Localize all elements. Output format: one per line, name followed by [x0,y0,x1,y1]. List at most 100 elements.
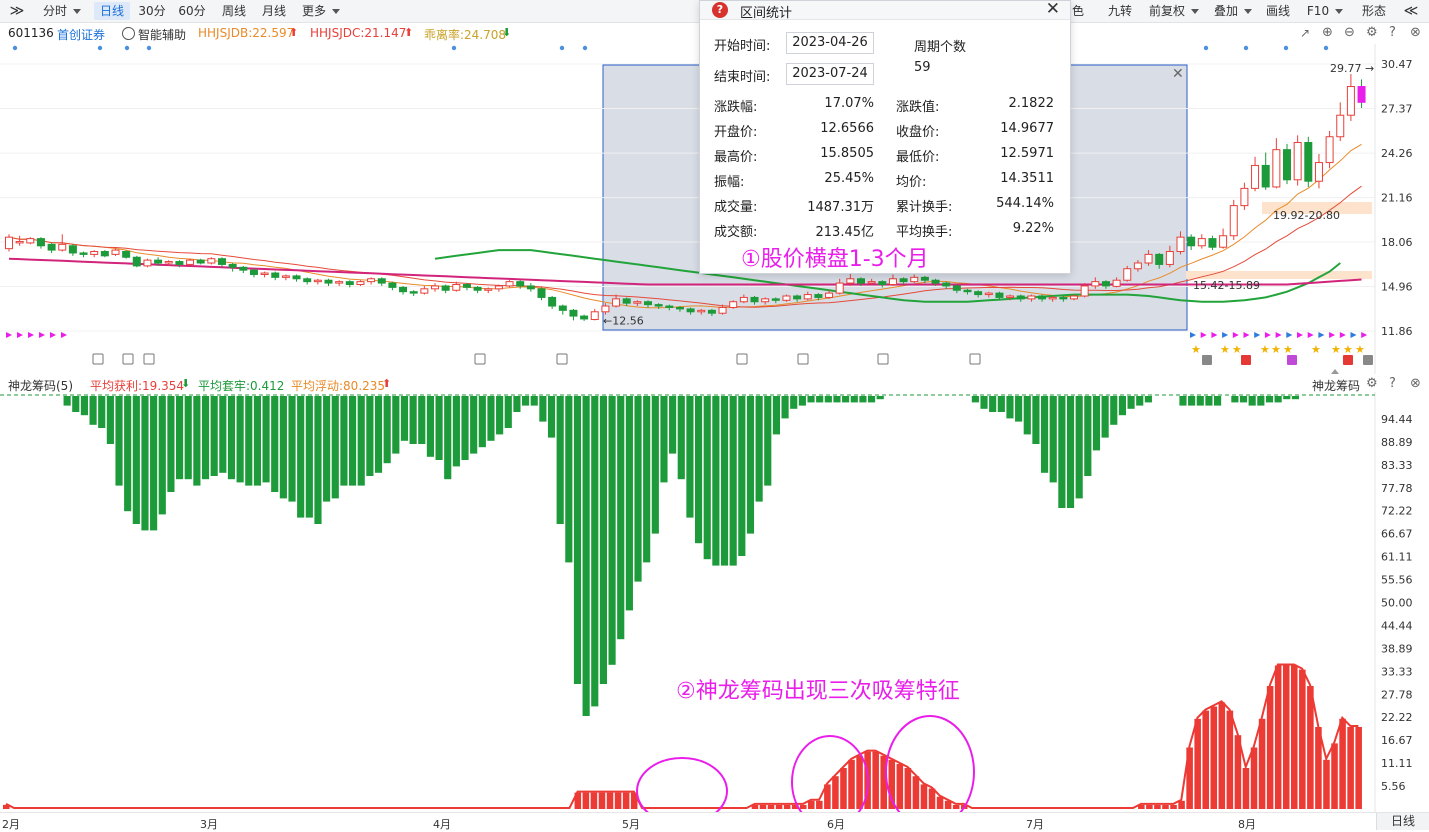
green-chip-bar[interactable] [729,396,737,566]
candle-body[interactable] [931,279,940,284]
candle-body[interactable] [814,294,823,298]
candle-body[interactable] [1080,285,1089,297]
candle-body[interactable] [186,259,195,265]
candle-body[interactable] [26,238,35,244]
green-chip-bar[interactable] [824,396,832,403]
candle-body[interactable] [335,281,344,284]
candle-body[interactable] [622,298,631,304]
candle-body[interactable] [218,258,226,265]
green-chip-bar[interactable] [599,396,607,684]
candle-body[interactable] [249,269,258,275]
candle-body[interactable] [526,285,535,290]
red-chip-bar[interactable] [1355,727,1362,809]
candle-body[interactable] [995,292,1004,298]
candle-body[interactable] [888,278,897,286]
green-chip-bar[interactable] [686,396,694,518]
green-chip-bar[interactable] [461,396,469,460]
pattern-button[interactable]: 形态 [1357,2,1391,20]
green-chip-bar[interactable] [859,396,867,403]
green-chip-bar[interactable] [150,396,158,531]
tab-60min[interactable]: 60分 [174,2,210,20]
red-chip-bar[interactable] [767,804,775,809]
candle-body[interactable] [558,305,567,311]
candle-body[interactable] [484,288,493,291]
red-chip-bar[interactable] [920,784,928,809]
green-chip-bar[interactable] [357,396,365,486]
candle-body[interactable] [90,251,99,255]
green-chip-bar[interactable] [141,396,149,531]
red-chip-bar[interactable] [928,788,936,810]
green-chip-bar[interactable] [677,396,685,480]
green-chip-bar[interactable] [989,396,997,412]
end-date-input[interactable]: 2023-07-24 [786,63,874,85]
candle-body[interactable] [803,294,812,300]
candle-body[interactable] [739,296,748,303]
green-chip-bar[interactable] [115,396,123,486]
red-chip-bar[interactable] [622,792,630,809]
candle-body[interactable] [771,298,780,301]
green-chip-bar[interactable] [262,396,270,483]
red-chip-bar[interactable] [590,792,598,809]
green-chip-bar[interactable] [1239,396,1248,403]
green-chip-bar[interactable] [1084,396,1092,476]
red-chip-bar[interactable] [783,804,791,809]
candle-body[interactable] [1038,295,1047,300]
green-chip-bar[interactable] [1274,396,1282,403]
candle-body[interactable] [761,298,770,303]
signal-badge-icon[interactable] [1241,355,1251,365]
candle-body[interactable] [420,288,429,294]
jiuzhuan-button[interactable]: 九转 [1104,2,1136,20]
candle-body[interactable] [473,286,482,291]
candle-body[interactable] [590,311,599,321]
green-chip-bar[interactable] [695,396,703,544]
green-chip-bar[interactable] [738,396,746,556]
collapse-icon[interactable]: ≪ [1402,2,1420,20]
green-chip-bar[interactable] [539,396,547,422]
green-chip-bar[interactable] [755,396,763,502]
red-chip-bar[interactable] [912,776,920,809]
news-icon[interactable] [143,353,155,365]
green-chip-bar[interactable] [1265,396,1274,403]
green-chip-bar[interactable] [608,396,616,665]
green-chip-bar[interactable] [400,396,409,441]
candle-body[interactable] [452,284,461,291]
candle-body[interactable] [963,289,972,293]
green-chip-bar[interactable] [245,396,253,486]
candle-body[interactable] [1101,281,1110,287]
candle-body[interactable] [494,285,503,290]
green-chip-bar[interactable] [1075,396,1083,499]
news-icon[interactable] [474,353,486,365]
green-chip-bar[interactable] [1015,396,1023,422]
candle-body[interactable] [260,272,269,275]
candle-body[interactable] [548,296,557,307]
candle-body[interactable] [569,309,578,317]
green-chip-bar[interactable] [556,396,564,524]
event-dot-icon[interactable] [97,45,103,51]
candle-body[interactable] [505,281,514,287]
start-date-input[interactable]: 2023-04-26 [786,32,874,54]
event-dot-icon[interactable] [1203,45,1209,51]
red-chip-bar[interactable] [1170,804,1177,809]
green-chip-bar[interactable] [1006,396,1014,419]
candle-body[interactable] [1133,262,1142,270]
green-chip-bar[interactable] [366,396,374,476]
green-chip-bar[interactable] [997,396,1005,412]
candle-body[interactable] [793,295,802,300]
candle-body[interactable] [271,272,280,278]
green-chip-bar[interactable] [1248,396,1256,406]
green-chip-bar[interactable] [323,396,331,502]
green-chip-bar[interactable] [271,396,279,492]
green-chip-bar[interactable] [98,396,106,428]
signal-badge-icon[interactable] [1363,355,1373,365]
candle-body[interactable] [239,266,248,271]
green-chip-bar[interactable] [158,396,166,515]
green-chip-bar[interactable] [1144,396,1152,403]
green-chip-bar[interactable] [340,396,348,486]
candle-body[interactable] [1197,238,1206,247]
red-chip-bar[interactable] [816,800,823,809]
candle-body[interactable] [601,305,610,313]
candle-body[interactable] [303,278,312,283]
green-chip-bar[interactable] [106,396,114,444]
draw-line-button[interactable]: 画线 [1263,2,1293,20]
candle-body[interactable] [920,276,929,281]
